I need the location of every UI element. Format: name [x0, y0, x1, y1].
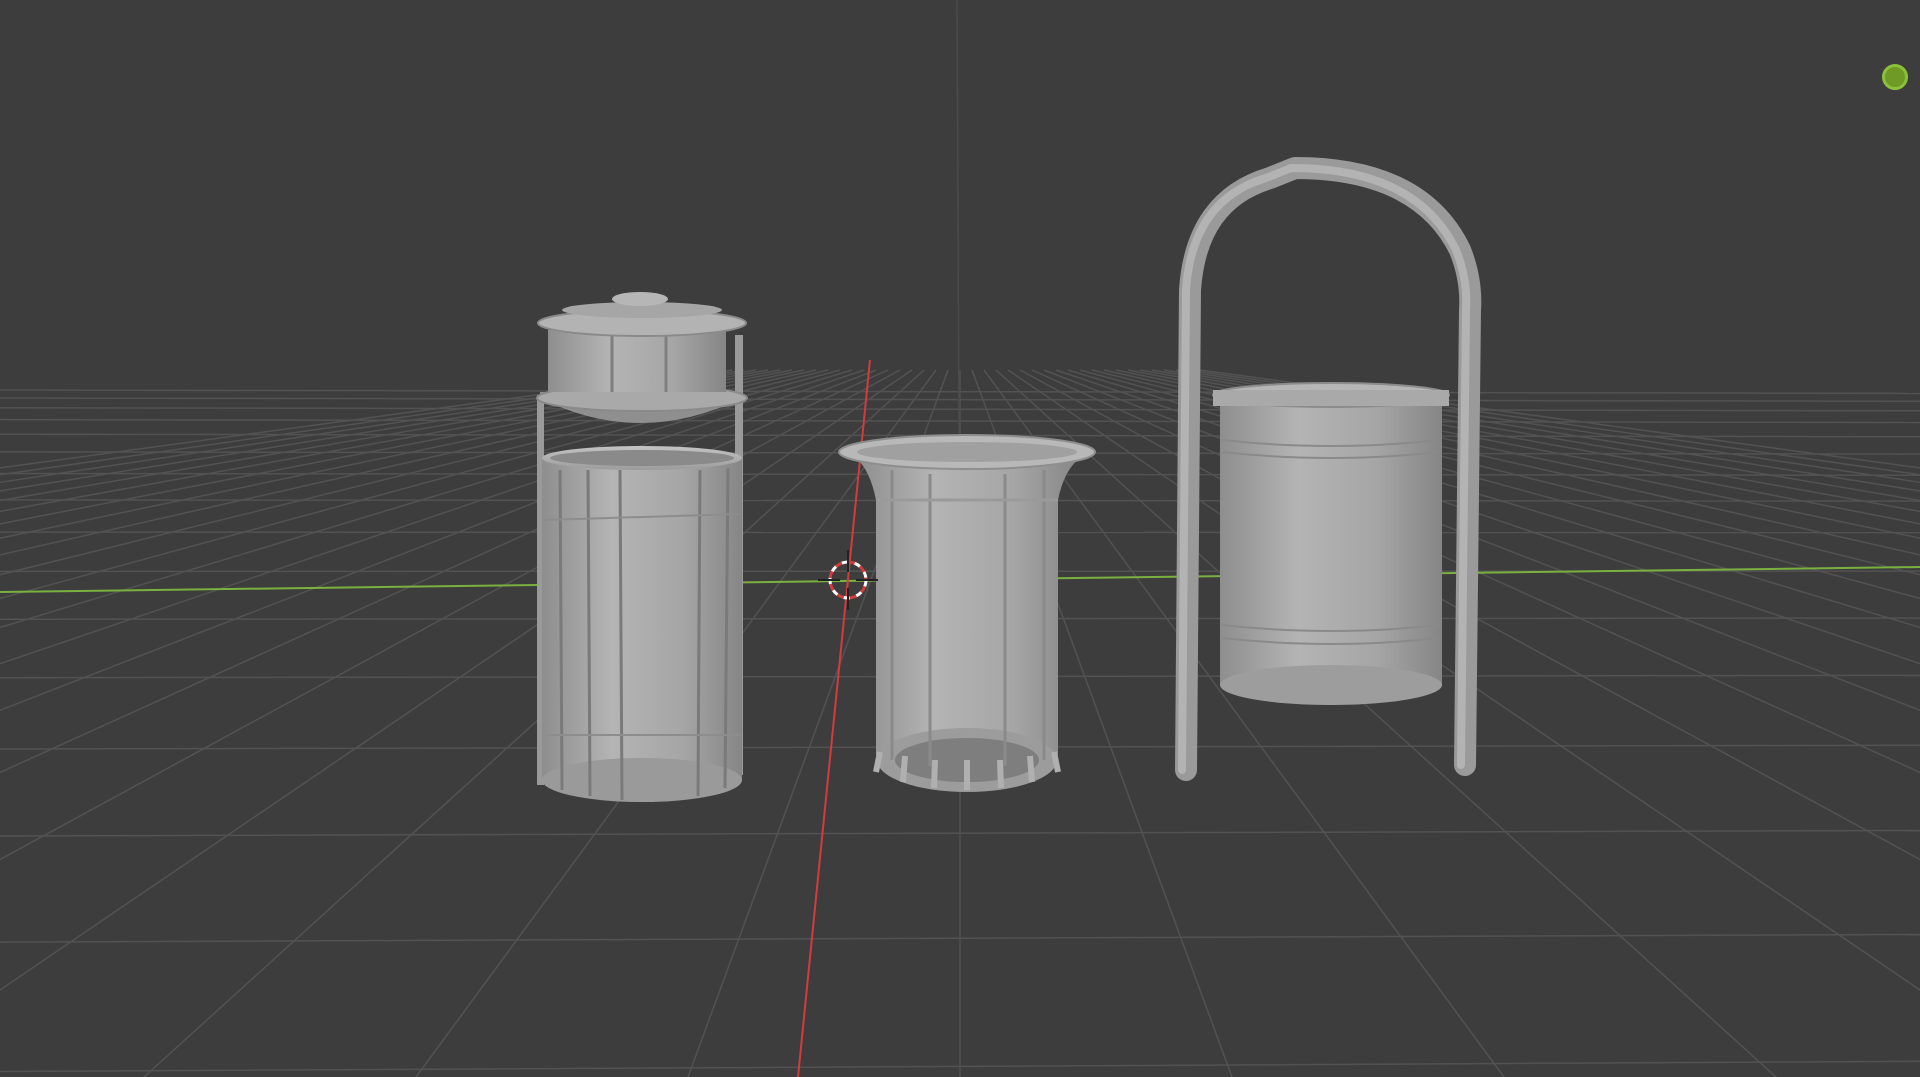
- grid-line: [1079, 369, 1920, 600]
- grid-line: [0, 369, 877, 712]
- hanging-trash-bin-with-arch[interactable]: [1175, 157, 1482, 781]
- 3d-viewport[interactable]: [0, 0, 1920, 1077]
- trash-bin-with-lid[interactable]: [536, 292, 748, 802]
- grid-line: [0, 369, 913, 991]
- viewport-canvas[interactable]: [0, 0, 1920, 1077]
- trash-bin-flared-slats[interactable]: [838, 434, 1096, 792]
- grid-line: [143, 369, 925, 1077]
- navigation-gizmo-y-dot[interactable]: [1882, 64, 1908, 90]
- x-axis-line: [797, 359, 871, 1077]
